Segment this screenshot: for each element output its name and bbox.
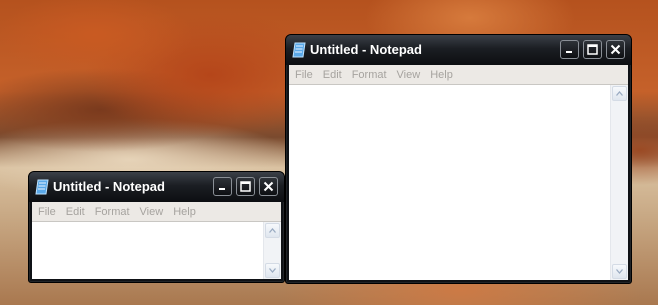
menu-help[interactable]: Help: [430, 69, 453, 81]
title-bar[interactable]: Untitled - Notepad: [286, 35, 631, 65]
notepad-icon: [35, 179, 49, 195]
window-title: Untitled - Notepad: [53, 179, 165, 194]
scroll-up-button[interactable]: [265, 223, 280, 238]
close-icon: [263, 181, 274, 192]
menu-file[interactable]: File: [38, 206, 56, 218]
close-icon: [610, 44, 621, 55]
scroll-down-button[interactable]: [612, 264, 627, 279]
minimize-button[interactable]: [560, 40, 579, 59]
scroll-up-button[interactable]: [612, 86, 627, 101]
menu-edit[interactable]: Edit: [323, 69, 342, 81]
menu-bar: File Edit Format View Help: [289, 65, 628, 84]
text-area[interactable]: [32, 221, 281, 279]
chevron-up-icon: [269, 228, 276, 233]
vertical-scrollbar[interactable]: [610, 85, 628, 280]
notepad-window[interactable]: Untitled - Notepad File Edit Format View…: [28, 171, 285, 283]
chevron-up-icon: [616, 91, 623, 96]
scroll-down-button[interactable]: [265, 263, 280, 278]
window-title: Untitled - Notepad: [310, 42, 422, 57]
title-bar[interactable]: Untitled - Notepad: [29, 172, 284, 202]
desktop: { "windows": [ { "title": "Untitled - No…: [0, 0, 658, 305]
menu-view[interactable]: View: [140, 206, 164, 218]
chevron-down-icon: [269, 268, 276, 273]
vertical-scrollbar[interactable]: [263, 222, 281, 279]
text-area[interactable]: [289, 84, 628, 280]
menu-bar: File Edit Format View Help: [32, 202, 281, 221]
minimize-icon: [566, 51, 572, 53]
notepad-icon: [292, 42, 306, 58]
notepad-window[interactable]: Untitled - Notepad File Edit Format View…: [285, 34, 632, 284]
menu-file[interactable]: File: [295, 69, 313, 81]
menu-format[interactable]: Format: [95, 206, 130, 218]
menu-view[interactable]: View: [397, 69, 421, 81]
maximize-button[interactable]: [583, 40, 602, 59]
menu-help[interactable]: Help: [173, 206, 196, 218]
close-button[interactable]: [606, 40, 625, 59]
chevron-down-icon: [616, 269, 623, 274]
maximize-icon: [587, 44, 598, 55]
minimize-button[interactable]: [213, 177, 232, 196]
maximize-button[interactable]: [236, 177, 255, 196]
minimize-icon: [219, 188, 225, 190]
close-button[interactable]: [259, 177, 278, 196]
maximize-icon: [240, 181, 251, 192]
menu-edit[interactable]: Edit: [66, 206, 85, 218]
menu-format[interactable]: Format: [352, 69, 387, 81]
